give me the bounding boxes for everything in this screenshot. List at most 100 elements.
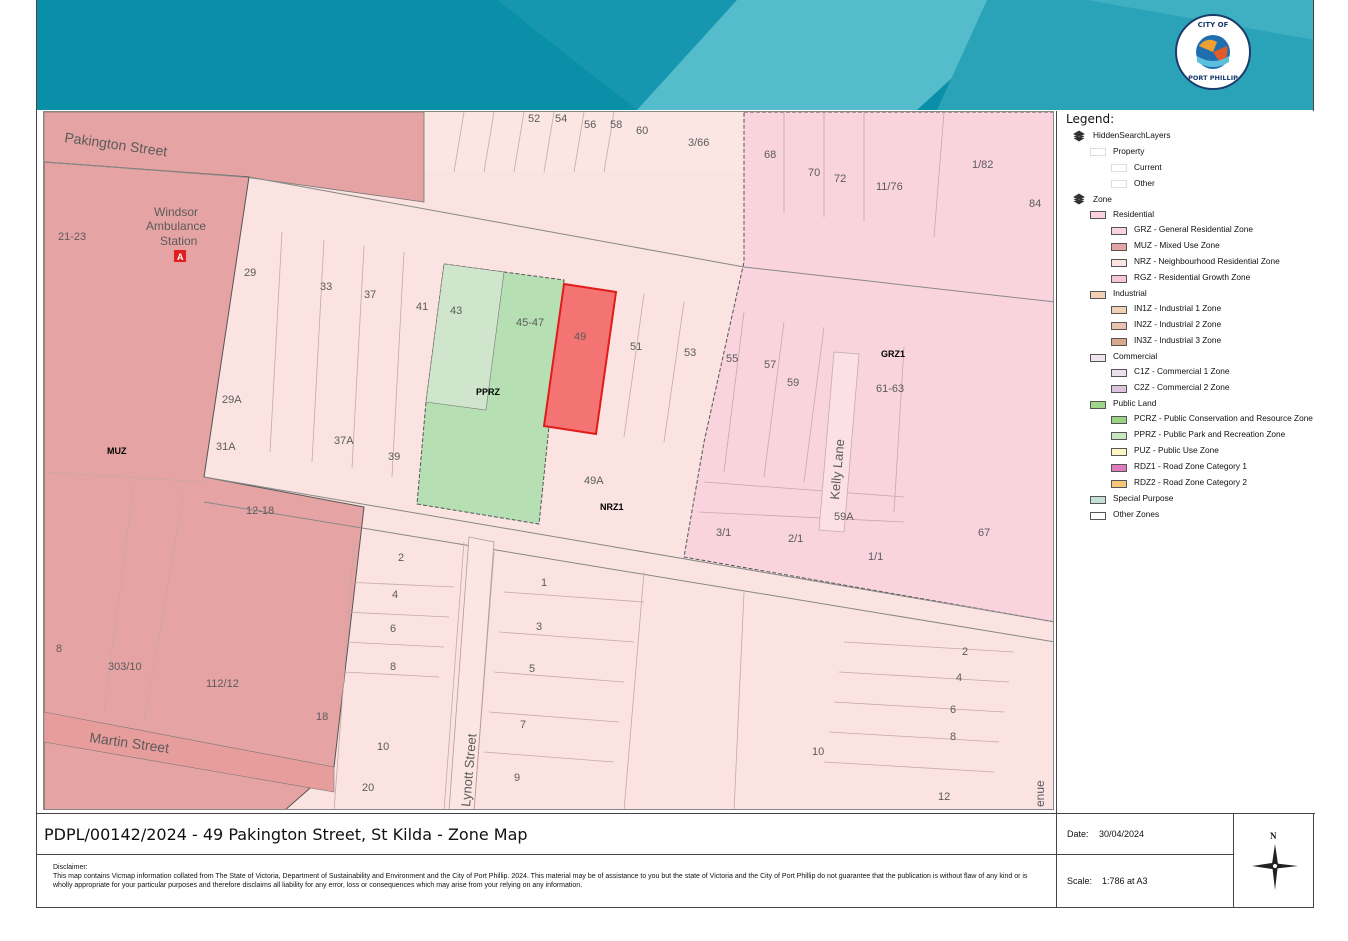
- date-box: Date: 30/04/2024: [1056, 813, 1233, 855]
- lot-number: 84: [1029, 198, 1041, 210]
- logo-emblem-icon: [1196, 35, 1230, 69]
- lot-number: 59: [787, 377, 799, 389]
- legend-swatch: [1111, 432, 1127, 440]
- legend-swatch: [1111, 369, 1127, 377]
- lot-number: 1: [541, 577, 547, 589]
- legend-swatch: [1090, 401, 1106, 409]
- lot-number: 112/12: [206, 678, 239, 690]
- map-legend: Legend: HiddenSearchLayers Property Curr…: [1056, 111, 1314, 813]
- lot-number: 8: [390, 661, 396, 673]
- disclaimer: Disclaimer: This map contains Vicmap inf…: [37, 855, 1056, 907]
- layers-icon: [1073, 130, 1085, 142]
- lot-number: 70: [808, 167, 820, 179]
- legend-c2z: C2Z - Commercial 2 Zone: [1134, 382, 1230, 392]
- legend-rgz: RGZ - Residential Growth Zone: [1134, 272, 1251, 282]
- lot-number: 67: [978, 527, 990, 539]
- zone-label-muz: MUZ: [107, 446, 127, 456]
- legend-title: Legend:: [1066, 112, 1115, 126]
- legend-zone: Zone: [1093, 194, 1112, 204]
- lot-number: 68: [764, 149, 776, 161]
- lot-number: 59A: [834, 511, 854, 523]
- legend-puz: PUZ - Public Use Zone: [1134, 445, 1219, 455]
- lot-number: 7: [520, 719, 526, 731]
- lot-number: 61-63: [876, 383, 904, 395]
- legend-swatch: [1090, 354, 1106, 362]
- legend-in3z: IN3Z - Industrial 3 Zone: [1134, 335, 1222, 345]
- legend-swatch: [1111, 306, 1127, 314]
- legend-other-zones: Other Zones: [1113, 509, 1160, 519]
- legend-c1z: C1Z - Commercial 1 Zone: [1134, 366, 1230, 376]
- lot-number: 29: [244, 267, 256, 279]
- legend-pprz: PPRZ - Public Park and Recreation Zone: [1134, 429, 1286, 439]
- lot-number: 54: [555, 113, 567, 125]
- lot-number: 41: [416, 301, 428, 313]
- lot-number: 303/10: [108, 661, 142, 673]
- legend-rdz2: RDZ2 - Road Zone Category 2: [1134, 477, 1247, 487]
- lot-number: 5: [529, 663, 535, 675]
- legend-swatch: [1111, 385, 1127, 393]
- lot-number: 2/1: [788, 533, 803, 545]
- legend-other: Other: [1134, 178, 1155, 188]
- legend-commercial: Commercial: [1113, 351, 1158, 361]
- lot-number: 49A: [584, 475, 604, 487]
- scale-box: Scale: 1:786 at A3: [1056, 855, 1233, 907]
- lot-number: 2: [398, 552, 404, 564]
- legend-special-purpose: Special Purpose: [1113, 493, 1174, 503]
- legend-swatch: [1090, 211, 1106, 219]
- lot-number: 33: [320, 281, 332, 293]
- lot-number: 21-23: [58, 231, 86, 243]
- layers-icon: [1073, 193, 1085, 205]
- lot-number: 9: [514, 772, 520, 784]
- zone-label-grz1: GRZ1: [881, 349, 905, 359]
- lot-number: 11/76: [876, 181, 903, 193]
- lot-number: 8: [56, 643, 62, 655]
- legend-swatch: [1111, 322, 1127, 330]
- header-background: [37, 0, 1313, 110]
- legend-swatch: [1111, 480, 1127, 488]
- lot-number: 1/1: [868, 551, 883, 563]
- lot-number: 2: [962, 646, 968, 658]
- legend-muz: MUZ - Mixed Use Zone: [1134, 240, 1220, 250]
- title-bar: PDPL/00142/2024 - 49 Pakington Street, S…: [37, 813, 1056, 855]
- lot-number: 43: [450, 305, 462, 317]
- lot-number: 4: [956, 672, 962, 684]
- legend-swatch: [1111, 227, 1127, 235]
- legend-swatch: [1111, 464, 1127, 472]
- lot-number: 29A: [222, 394, 242, 406]
- lot-number: 6: [950, 704, 956, 716]
- landmark-line-1: Windsor: [154, 205, 198, 219]
- lot-number: 20: [362, 782, 374, 794]
- lot-number: 10: [377, 741, 389, 753]
- lot-number: 37: [364, 289, 376, 301]
- legend-swatch: [1090, 496, 1106, 504]
- lot-number: 51: [630, 341, 642, 353]
- lot-number: 52: [528, 113, 540, 125]
- lot-number: 60: [636, 125, 648, 137]
- date-label: Date:: [1067, 829, 1089, 839]
- scale-label: Scale:: [1067, 876, 1093, 886]
- lot-number: 10: [812, 746, 824, 758]
- lot-number: 4: [392, 589, 398, 601]
- lot-number: 58: [610, 119, 622, 131]
- legend-swatch: [1090, 291, 1106, 299]
- lot-number: 39: [388, 451, 400, 463]
- legend-nrz: NRZ - Neighbourhood Residential Zone: [1134, 256, 1280, 266]
- legend-property: Property: [1113, 146, 1145, 156]
- zone-label-pprz: PPRZ: [476, 387, 501, 397]
- map-title: PDPL/00142/2024 - 49 Pakington Street, S…: [44, 825, 528, 844]
- landmark-line-3: Station: [160, 234, 197, 248]
- north-arrow-box: N: [1233, 813, 1315, 907]
- zone-map[interactable]: Pakington Street Martin Street Lynott St…: [43, 111, 1054, 810]
- lot-number: 12: [938, 791, 950, 803]
- lot-number: 37A: [334, 435, 354, 447]
- legend-swatch: [1111, 259, 1127, 267]
- lot-number: 49: [574, 331, 586, 343]
- lot-number: 6: [390, 623, 396, 635]
- lot-number: 3/66: [688, 137, 709, 149]
- map-canvas: Pakington Street Martin Street Lynott St…: [44, 112, 1053, 809]
- city-logo: CITY OF PORT PHILLIP: [1175, 14, 1251, 90]
- legend-industrial: Industrial: [1113, 288, 1147, 298]
- lot-number: 31A: [216, 441, 236, 453]
- legend-swatch: [1090, 148, 1106, 156]
- legend-residential: Residential: [1113, 209, 1155, 219]
